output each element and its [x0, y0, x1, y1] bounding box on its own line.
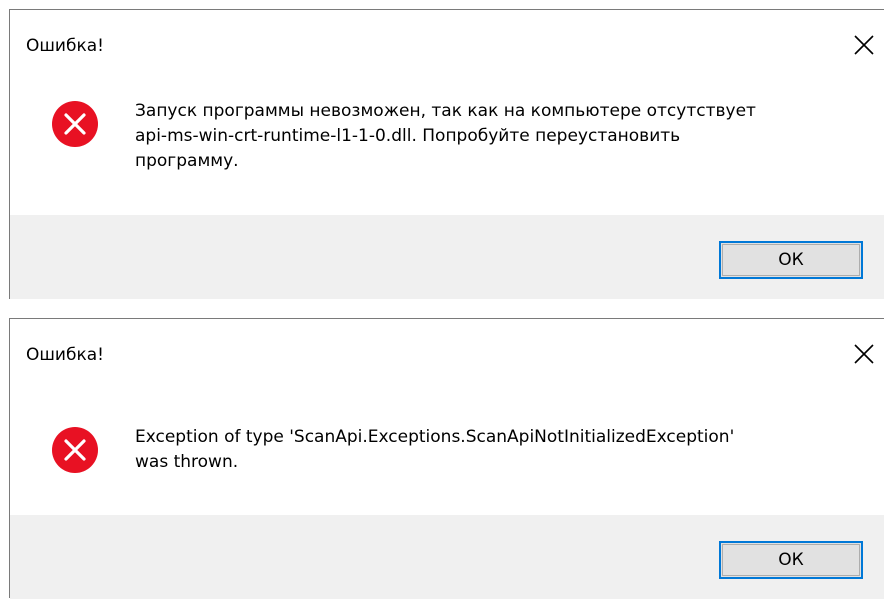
dialog-footer: ОК	[10, 215, 884, 299]
ok-button[interactable]: ОК	[719, 541, 863, 579]
title-bar[interactable]: Ошибка!	[10, 319, 884, 385]
error-message: Exception of type 'ScanApi.Exceptions.Sc…	[135, 427, 735, 472]
error-dialog: Ошибка! Запуск программы невозможен, так…	[9, 9, 884, 299]
dialog-content: Exception of type 'ScanApi.Exceptions.Sc…	[10, 385, 884, 515]
close-icon[interactable]	[853, 34, 875, 56]
dialog-footer: ОК	[10, 515, 884, 599]
error-icon	[51, 100, 99, 148]
ok-button[interactable]: ОК	[719, 241, 863, 279]
error-icon	[51, 426, 99, 474]
dialog-title: Ошибка!	[26, 345, 104, 365]
dialog-title: Ошибка!	[26, 36, 104, 56]
close-icon[interactable]	[853, 343, 875, 365]
title-bar[interactable]: Ошибка!	[10, 10, 884, 76]
error-dialog: Ошибка! Exception of type 'ScanApi.Excep…	[9, 318, 884, 599]
dialog-content: Запуск программы невозможен, так как на …	[10, 76, 884, 215]
error-message: Запуск программы невозможен, так как на …	[135, 101, 756, 171]
